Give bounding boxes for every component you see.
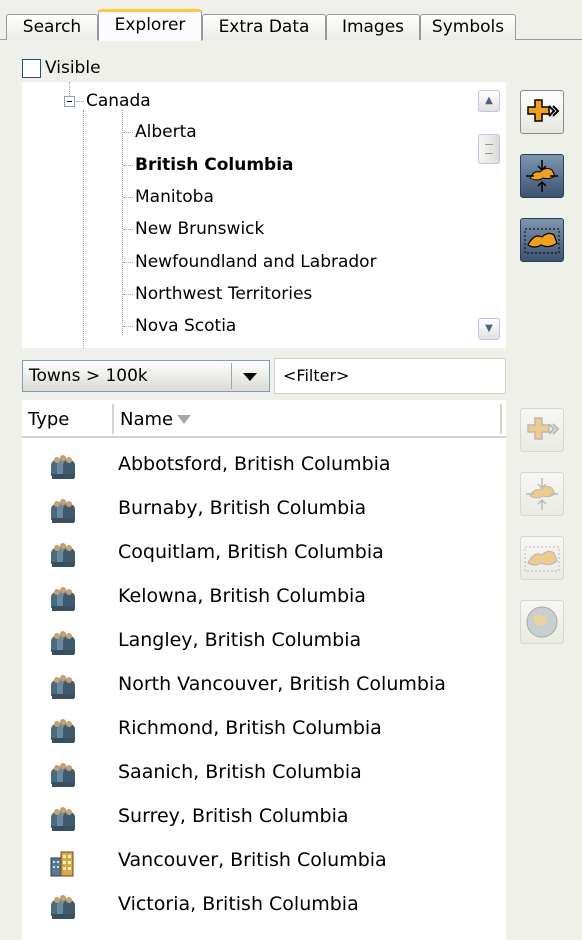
scroll-down-button[interactable]: ▼ — [478, 318, 500, 340]
tab-search[interactable]: Search — [6, 14, 98, 40]
select-region-button[interactable] — [520, 218, 564, 262]
scroll-thumb[interactable] — [478, 134, 500, 164]
city-icon — [48, 848, 76, 877]
add-result-button[interactable] — [520, 408, 564, 452]
tab-explorer[interactable]: Explorer — [98, 9, 202, 41]
tree-guide-line — [123, 132, 133, 133]
collapse-icon[interactable] — [64, 96, 75, 107]
list-item[interactable]: Coquitlam, British Columbia — [22, 532, 506, 576]
column-divider[interactable] — [112, 404, 114, 434]
tree-guide-line — [83, 110, 84, 348]
town-icon — [48, 760, 76, 788]
tree-node-nova-scotia[interactable]: Nova Scotia — [135, 315, 236, 337]
tree-node-canada[interactable]: Canada — [86, 90, 151, 112]
list-item[interactable]: Abbotsford, British Columbia — [22, 444, 506, 488]
zoom-to-region-button[interactable] — [520, 154, 564, 198]
list-item-name: Vancouver, British Columbia — [118, 849, 387, 871]
list-item-name: Abbotsford, British Columbia — [118, 453, 391, 475]
town-icon — [48, 672, 76, 700]
tree-guide-line — [123, 262, 133, 263]
tab-extra-data[interactable]: Extra Data — [202, 14, 326, 40]
tree-guide-line — [123, 326, 133, 327]
globe-icon — [526, 606, 558, 638]
list-item-name: Saanich, British Columbia — [118, 761, 362, 783]
globe-button[interactable] — [520, 600, 564, 644]
tree-node-new-brunswick[interactable]: New Brunswick — [135, 218, 264, 240]
select-result-button[interactable] — [520, 536, 564, 580]
tree-node-manitoba[interactable]: Manitoba — [135, 186, 214, 208]
tree-guide-line — [123, 294, 133, 295]
list-item[interactable]: Richmond, British Columbia — [22, 708, 506, 752]
town-icon — [48, 496, 76, 524]
tab-bar: Search Explorer Extra Data Images Symbol… — [0, 0, 582, 41]
list-item[interactable]: Victoria, British Columbia — [22, 884, 506, 928]
visible-checkbox[interactable] — [22, 58, 41, 78]
tree-guide-line — [69, 82, 70, 96]
visible-checkbox-row[interactable]: Visible — [22, 56, 101, 80]
list-item-name: North Vancouver, British Columbia — [118, 673, 446, 695]
tree-node-newfoundland-and-labrador[interactable]: Newfoundland and Labrador — [135, 251, 377, 273]
list-item[interactable]: Saanich, British Columbia — [22, 752, 506, 796]
zoom-to-result-button[interactable] — [520, 472, 564, 516]
tab-symbols[interactable]: Symbols — [420, 14, 516, 40]
list-item-name: Richmond, British Columbia — [118, 717, 382, 739]
category-dropdown-value: Towns > 100k — [29, 366, 148, 386]
region-tree[interactable]: Canada Alberta British Columbia Manitoba… — [22, 82, 506, 348]
zoom-region-icon — [526, 478, 558, 510]
tree-guide-line — [122, 110, 123, 335]
tree-node-british-columbia[interactable]: British Columbia — [135, 154, 294, 176]
tab-images[interactable]: Images — [326, 14, 420, 40]
list-item[interactable]: Vancouver, British Columbia — [22, 840, 506, 884]
column-header-name-label: Name — [120, 409, 174, 430]
tree-node-alberta[interactable]: Alberta — [135, 121, 197, 143]
results-list[interactable]: Type Name Abbotsford, British Columbia Bu… — [22, 400, 506, 940]
list-item-name: Kelowna, British Columbia — [118, 585, 366, 607]
town-icon — [48, 540, 76, 568]
town-icon — [48, 804, 76, 832]
town-icon — [48, 716, 76, 744]
tree-scrollbar[interactable]: ▲ ▼ — [476, 82, 506, 348]
list-item[interactable]: Kelowna, British Columbia — [22, 576, 506, 620]
chevron-down-icon[interactable] — [243, 373, 257, 381]
list-item[interactable]: Surrey, British Columbia — [22, 796, 506, 840]
town-icon — [48, 452, 76, 480]
column-header-type[interactable]: Type — [28, 409, 69, 430]
column-divider[interactable] — [500, 404, 502, 434]
tree-guide-line — [76, 101, 84, 102]
town-icon — [48, 628, 76, 656]
town-icon — [48, 584, 76, 612]
tree-guide-line — [123, 165, 133, 166]
list-item[interactable]: Burnaby, British Columbia — [22, 488, 506, 532]
add-arrow-icon — [527, 99, 559, 122]
dropdown-separator — [231, 363, 232, 389]
category-dropdown[interactable]: Towns > 100k — [22, 360, 270, 392]
list-rows: Abbotsford, British Columbia Burnaby, Bri… — [22, 444, 506, 928]
filter-input-placeholder: <Filter> — [283, 366, 350, 385]
tree-node-northwest-territories[interactable]: Northwest Territories — [135, 283, 312, 305]
add-region-button[interactable] — [520, 90, 564, 134]
sort-descending-icon — [177, 415, 192, 424]
filter-input[interactable]: <Filter> — [274, 358, 506, 394]
visible-checkbox-label: Visible — [45, 58, 101, 78]
list-item-name: Langley, British Columbia — [118, 629, 362, 651]
list-item-name: Coquitlam, British Columbia — [118, 541, 384, 563]
add-arrow-icon — [527, 417, 559, 440]
tree-guide-line — [123, 229, 133, 230]
region-shape-icon — [524, 546, 560, 572]
list-item-name: Burnaby, British Columbia — [118, 497, 367, 519]
list-item-name: Victoria, British Columbia — [118, 893, 359, 915]
column-header-name[interactable]: Name — [120, 409, 192, 430]
list-item-name: Surrey, British Columbia — [118, 805, 349, 827]
region-shape-icon — [524, 228, 560, 254]
town-icon — [48, 892, 76, 920]
list-item[interactable]: North Vancouver, British Columbia — [22, 664, 506, 708]
list-header: Type Name — [22, 400, 506, 438]
list-item[interactable]: Langley, British Columbia — [22, 620, 506, 664]
zoom-region-icon — [526, 160, 558, 192]
tree-guide-line — [123, 197, 133, 198]
scroll-up-button[interactable]: ▲ — [478, 90, 500, 112]
